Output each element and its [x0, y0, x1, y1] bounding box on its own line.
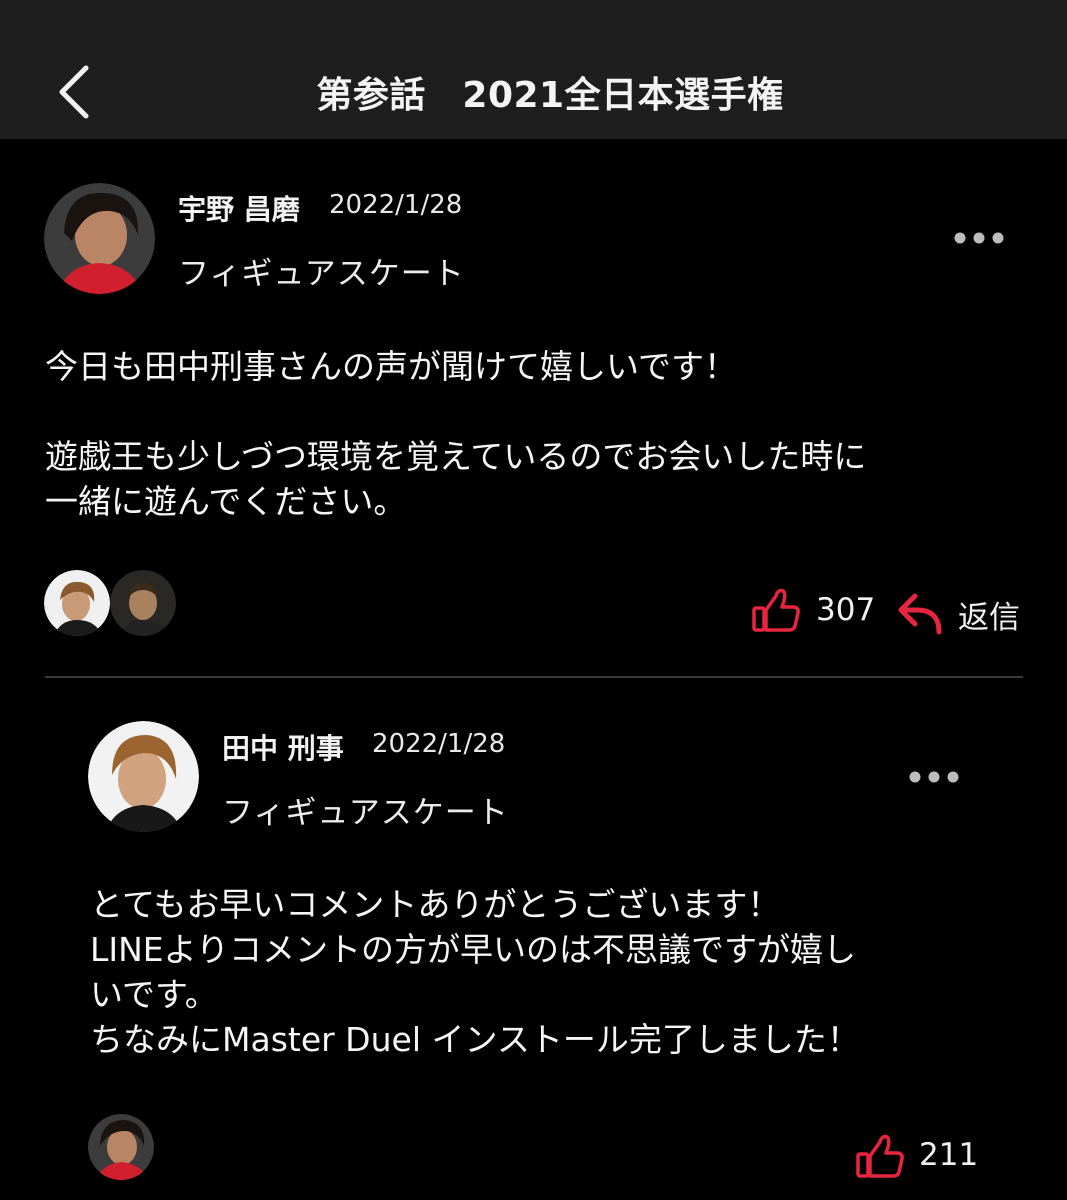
post-date: 2022/1/28	[372, 729, 506, 759]
top-bar: 第参話 2021全日本選手権	[0, 0, 1067, 139]
thumbs-up-icon	[752, 588, 800, 632]
liker-avatar[interactable]	[88, 1114, 154, 1180]
like-count: 307	[816, 592, 876, 628]
more-options-button[interactable]	[907, 767, 961, 787]
reply-arrow-icon	[898, 593, 942, 635]
author-name[interactable]: 宇野 昌磨	[178, 188, 300, 228]
divider	[45, 676, 1023, 678]
author-category: フィギュアスケート	[178, 256, 465, 292]
author-avatar[interactable]	[44, 183, 155, 294]
like-count: 211	[919, 1137, 979, 1173]
page-title: 第参話 2021全日本選手権	[316, 75, 784, 116]
like-button[interactable]	[854, 1132, 908, 1180]
reply-label: 返信	[958, 600, 1020, 636]
liker-avatar[interactable]	[110, 570, 176, 636]
post-date: 2022/1/28	[329, 190, 463, 220]
post-body-line1: 今日も田中刑事さんの声が聞けて嬉しいです！	[45, 347, 738, 386]
more-dots-icon	[909, 771, 959, 783]
liker-avatar[interactable]	[44, 570, 110, 636]
reply-body: とてもお早いコメントありがとうございます！ LINEよりコメントの方が早いのは不…	[90, 885, 860, 1059]
like-button[interactable]	[750, 586, 804, 634]
author-avatar[interactable]	[88, 721, 199, 832]
reply-button[interactable]: 返信	[895, 588, 1023, 636]
more-options-button[interactable]	[952, 228, 1006, 248]
post-body-line2: 遊戯王も少しづつ環境を覚えているのでお会いした時に 一緒に遊んでください。	[45, 437, 867, 521]
thumbs-up-icon	[856, 1134, 904, 1178]
author-name[interactable]: 田中 刑事	[222, 727, 344, 767]
more-dots-icon	[954, 232, 1004, 244]
author-category: フィギュアスケート	[222, 795, 509, 831]
